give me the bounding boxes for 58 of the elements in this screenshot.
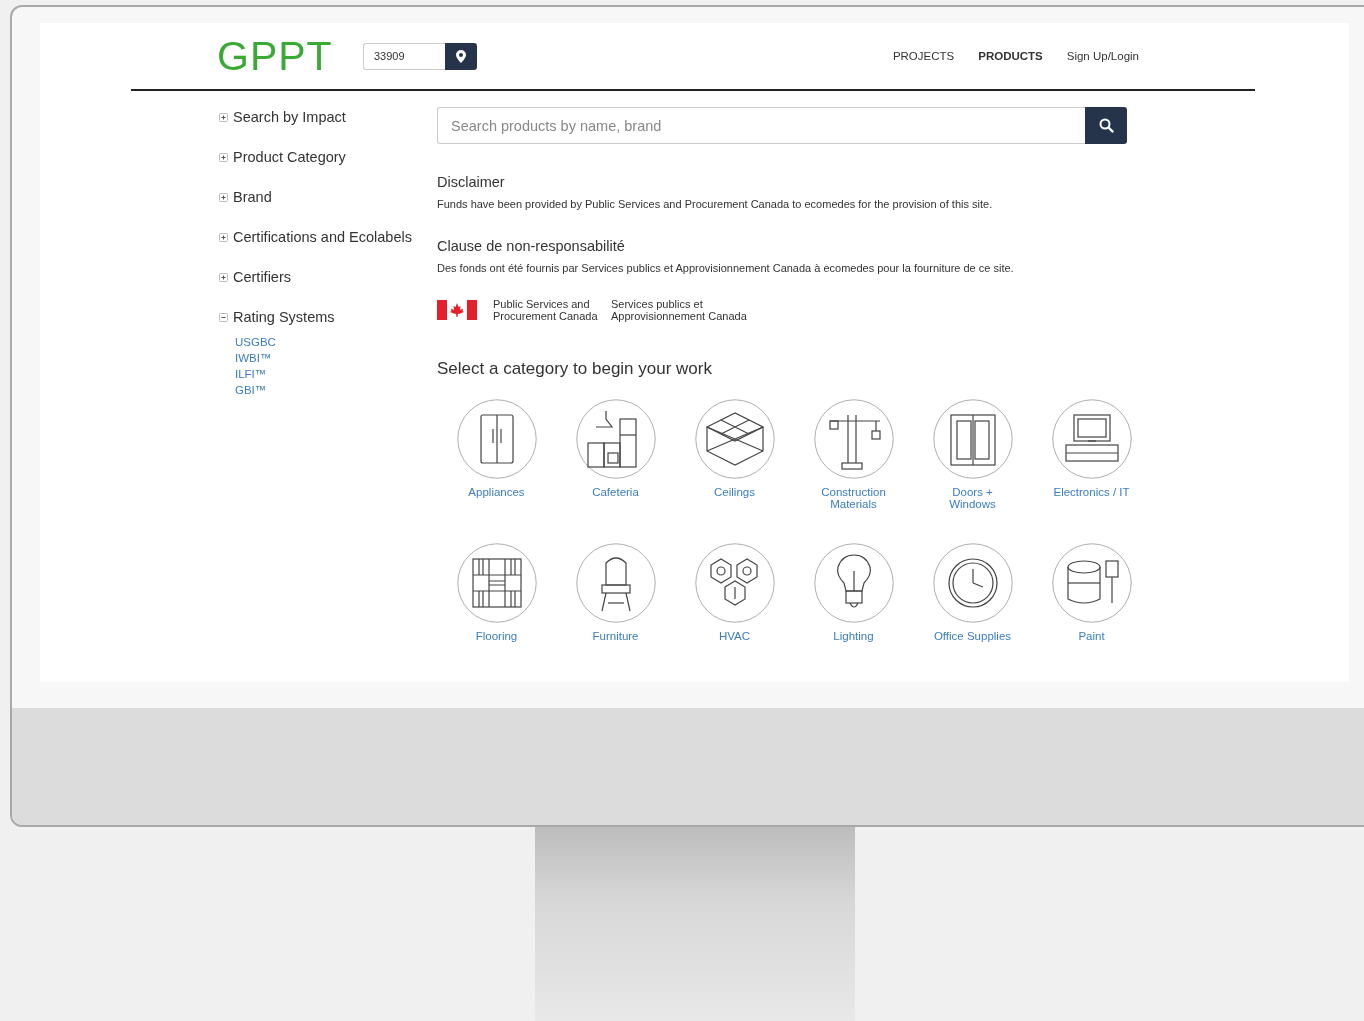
kitchen-icon[interactable] [575,399,656,479]
search-icon [1098,118,1114,133]
expand-icon[interactable] [219,192,228,202]
category-link[interactable]: Paint [1046,630,1137,642]
location-button[interactable] [445,42,477,70]
search-button[interactable] [1085,107,1127,144]
chair-icon[interactable] [575,543,656,623]
category-link[interactable]: Ceilings [689,486,780,498]
filter-heading[interactable]: Rating Systems [233,309,335,325]
hexagons-icon[interactable] [694,543,775,623]
expand-icon[interactable] [219,272,228,282]
category-link[interactable]: Lighting [808,630,899,642]
nav-link[interactable]: Sign Up/Login [1066,50,1139,62]
filter-link[interactable]: ILFI™ [235,366,437,382]
filter-heading[interactable]: Certifications and Ecolabels [233,229,412,245]
filter-heading[interactable]: Brand [233,189,272,205]
zip-code-field[interactable]: 33909 [363,42,445,70]
light-bulb-icon[interactable] [813,543,894,623]
category-link[interactable]: HVAC [689,630,780,642]
crane-icon[interactable] [813,399,894,479]
expand-icon[interactable] [219,232,228,242]
nav-link[interactable]: PROJECTS [892,50,955,62]
department-name: Public Services and Procurement Canada [493,298,599,322]
logo[interactable]: GPPT [217,32,363,80]
flag-icon [437,300,477,320]
filter-heading[interactable]: Certifiers [233,269,291,285]
category-link[interactable]: Construction Materials [808,486,899,510]
category-link[interactable]: Cafeteria [570,486,661,498]
category-link[interactable]: Office Supplies [927,630,1018,642]
location-pin-icon [456,49,466,63]
collapse-icon[interactable] [219,312,228,322]
filter-heading[interactable]: Search by Impact [233,109,346,125]
filter-heading[interactable]: Product Category [233,149,346,165]
category-link[interactable]: Appliances [451,486,542,498]
department-name: Services publics et Approvisionnement Canada [611,298,748,322]
filter-link[interactable]: IWBI™ [235,350,437,366]
filter-link[interactable]: GBI™ [235,382,437,398]
filter-link[interactable]: USGBC [235,334,437,350]
disclaimer-heading: Disclaimer [437,174,506,190]
expand-icon[interactable] [219,112,228,122]
ceiling-grid-icon[interactable] [694,399,775,479]
expand-icon[interactable] [219,152,228,162]
double-door-icon[interactable] [932,399,1013,479]
paint-can-icon[interactable] [1051,543,1132,623]
nav-link[interactable]: PRODUCTS [978,50,1043,62]
floor-tiles-icon[interactable] [456,543,537,623]
disclaimer-heading: Clause de non-responsabilité [437,238,626,254]
fridge-icon[interactable] [456,399,537,479]
computer-icon[interactable] [1051,399,1132,479]
category-link[interactable]: Electronics / IT [1046,486,1137,498]
clock-icon[interactable] [932,543,1013,623]
category-link[interactable]: Doors + Windows [927,486,1018,510]
category-link[interactable]: Furniture [570,630,661,642]
disclaimer-text: Des fonds ont été fournis par Services publics et Approvisionnement Canada à ecomedes pour la fourniture de ce site. [437,262,1015,274]
disclaimer-text: Funds have been provided by Public Services and Procurement Canada to ecomedes for the provision of this site. [437,198,994,210]
section-heading: Select a category to begin your work [437,359,713,379]
search-field[interactable]: Search products by name, brand [437,107,1085,144]
category-link[interactable]: Flooring [451,630,542,642]
